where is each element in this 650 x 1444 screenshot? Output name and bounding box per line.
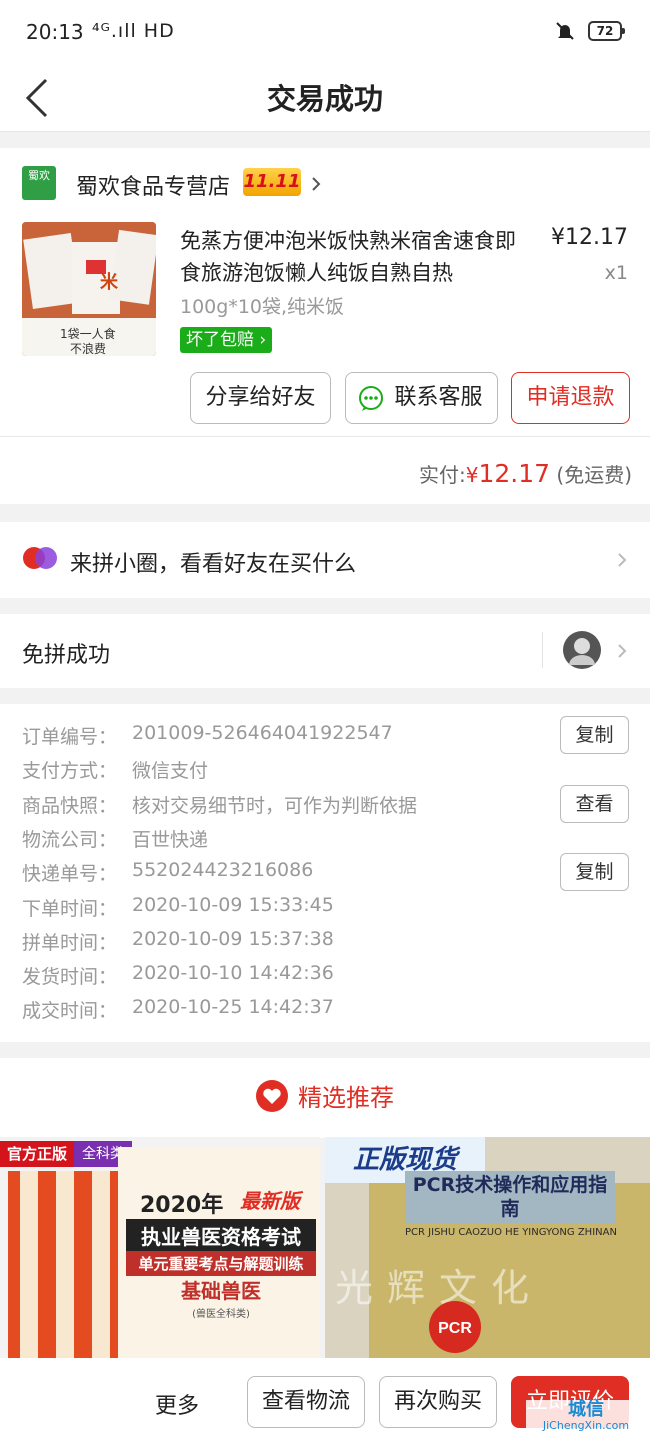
order-info-value: 百世快递 [132,829,209,851]
page-title: 交易成功 [266,82,383,116]
network-indicator: ⁴ᴳ.ıll HD [92,20,175,42]
watermark-line-2: JiChengXin.com [542,1419,630,1432]
mute-bell-icon [556,22,574,40]
order-info-label: 发货时间： [22,966,118,988]
order-info-value: 201009-526464041922547 [132,722,393,744]
divider [542,632,543,668]
recommend-title-text: 精选推荐 [298,1084,394,1112]
order-info-label: 订单编号： [22,726,118,748]
book-spine [20,1171,38,1361]
book-title: PCR技术操作和应用指南 [405,1171,615,1223]
order-info-label: 商品快照： [22,795,118,817]
chevron-right-icon[interactable] [308,176,324,192]
order-info-value: 2020-10-10 14:42:36 [132,962,334,984]
paid-amount: 实付:¥12.17 (免运费) [419,459,632,488]
clock: 20:13 [26,20,84,44]
refund-button[interactable]: 申请退款 [511,372,630,424]
battery-indicator: 72 [588,21,625,41]
chevron-right-icon[interactable] [614,552,630,568]
paid-value: 12.17 [478,459,551,488]
shipping-note: (免运费) [556,463,632,487]
copy-button[interactable]: 复制 [560,853,629,891]
promo-tag: 11.11 [243,168,301,196]
order-info-label: 支付方式： [22,760,118,782]
shop-logo: 蜀欢 [22,166,56,200]
book-note: (兽医全科类) [192,1309,250,1320]
svg-text:PCR: PCR [438,1320,472,1337]
pcr-logo: PCR [429,1301,481,1353]
product-image-char: 米 [100,272,118,293]
status-bar: 20:13 ⁴ᴳ.ıll HD 72 [0,0,650,64]
order-info-value: 2020-10-25 14:42:37 [132,996,334,1018]
paid-currency: ¥ [465,463,479,487]
order-info-label: 拼单时间： [22,932,118,954]
heart-icon [256,1079,288,1112]
product-title[interactable]: 免蒸方便冲泡米饭快熟米宿舍速食即食旅游泡饭懒人纯饭自熟自热 [180,225,530,289]
copy-button[interactable]: 复制 [560,716,629,754]
paid-label: 实付: [418,463,466,487]
more-button[interactable]: 更多 [155,1388,199,1420]
product-image-caption-2: 不浪费 [70,342,107,356]
order-info-value: 552024423216086 [132,859,314,881]
book-subject: 基础兽医 [181,1279,261,1303]
view-snapshot-button[interactable]: 查看 [560,785,629,823]
product-spec: 100g*10袋,纯米饭 [180,296,345,318]
order-info-value: 2020-10-09 15:33:45 [132,894,334,916]
guarantee-badge-label: 坏了包赔 [186,330,254,350]
product-image[interactable]: 米 1袋一人食 不浪费 [22,222,156,356]
book-spine [92,1171,110,1361]
friends-circle-text: 来拼小圈，看看好友在买什么 [70,552,357,577]
avatar[interactable] [563,631,601,669]
watermark-line-1: 城信 [568,1399,604,1420]
book-spine [56,1171,74,1361]
order-info-value: 微信支付 [132,760,209,782]
chat-icon [359,386,383,411]
book-subtitle: 单元重要考点与解题训练 [126,1251,316,1276]
divider [0,436,650,437]
circle-logo-icon [23,547,57,569]
contact-service-button[interactable]: 联系客服 [345,372,498,424]
order-info-label: 成交时间： [22,1000,118,1022]
shop-name[interactable]: 蜀欢食品专营店 [76,169,230,201]
site-watermark: 城信 JiChengXin.com [526,1400,646,1440]
rebuy-button[interactable]: 再次购买 [379,1376,497,1428]
order-info-value: 核对交易细节时，可作为判断依据 [132,795,418,817]
book-title: 执业兽医资格考试 [126,1219,316,1252]
recommend-item-1[interactable]: 官方正版 全科类 2020年 最新版 执业兽医资格考试 单元重要考点与解题训练 … [0,1137,320,1362]
page-header: 交易成功 [0,64,650,132]
order-info-label: 下单时间： [22,898,118,920]
official-tag: 官方正版 [0,1141,74,1167]
edition-tag: 最新版 [240,1189,300,1213]
contact-service-label: 联系客服 [394,385,483,410]
share-button[interactable]: 分享给好友 [190,372,331,424]
recommend-item-2[interactable]: 正版现货 PCR技术操作和应用指南 PCR JISHU CAOZUO HE YI… [325,1137,650,1362]
recommend-title: 精选推荐 [0,1078,650,1113]
chevron-right-icon[interactable] [614,643,630,659]
product-quantity: x1 [604,262,628,284]
guarantee-badge[interactable]: 坏了包赔 › [180,327,273,353]
view-logistics-button[interactable]: 查看物流 [247,1376,365,1428]
order-info-label: 物流公司： [22,829,118,851]
order-info-label: 快递单号： [22,863,118,885]
group-status-text: 免拼成功 [22,643,111,668]
book-pinyin: PCR JISHU CAOZUO HE YINGYONG ZHINAN [405,1227,617,1238]
product-price: ¥12.17 [551,225,628,250]
book-year: 2020年 [140,1193,224,1218]
order-info-value: 2020-10-09 15:37:38 [132,928,334,950]
